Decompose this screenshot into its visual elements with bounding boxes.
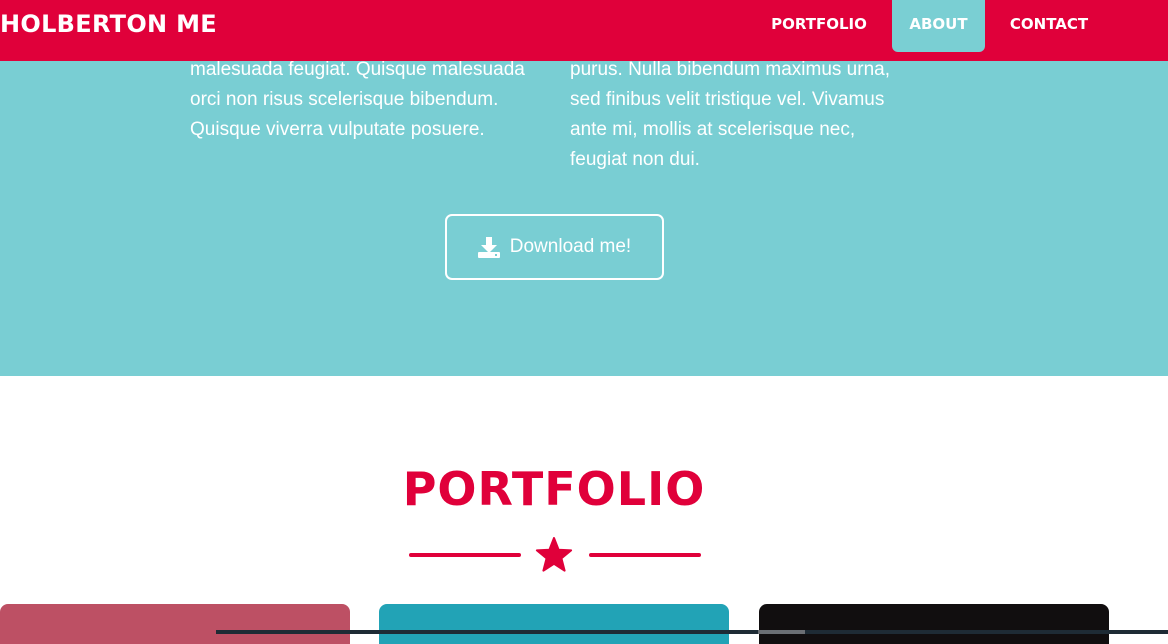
download-button[interactable]: Download me! <box>445 214 664 280</box>
about-text-line: sed finibus velit tristique vel. Vivamus <box>570 89 885 110</box>
about-text-line: Quisque viverra vulputate posuere. <box>190 119 485 140</box>
portfolio-card[interactable] <box>0 604 350 644</box>
nav-item-about[interactable]: ABOUT <box>892 0 985 52</box>
about-text-right: purus. Nulla bibendum maximus urna, sed … <box>570 55 915 175</box>
divider-left-line <box>409 553 521 557</box>
about-text-line: ante mi, mollis at scelerisque nec, <box>570 119 856 140</box>
nav-item-contact[interactable]: CONTACT <box>994 0 1104 52</box>
download-button-label: Download me! <box>509 236 632 257</box>
horizontal-scrollbar[interactable] <box>216 630 1168 634</box>
brand-logo[interactable]: HOLBERTON ME <box>0 10 217 38</box>
portfolio-title: PORTFOLIO <box>402 462 706 516</box>
portfolio-card[interactable] <box>759 604 1109 644</box>
nav-item-portfolio[interactable]: PORTFOLIO <box>754 0 884 52</box>
about-text-line: orci non risus scelerisque bibendum. <box>190 89 499 110</box>
scrollbar-thumb[interactable] <box>758 630 805 634</box>
divider-right-line <box>589 553 701 557</box>
about-text-line: feugiat non dui. <box>570 149 700 170</box>
portfolio-card[interactable] <box>379 604 729 644</box>
about-text-left: malesuada feugiat. Quisque malesuada orc… <box>190 55 550 145</box>
star-icon <box>535 537 573 572</box>
navbar: HOLBERTON ME PORTFOLIO ABOUT CONTACT <box>0 0 1168 61</box>
download-icon <box>477 236 500 258</box>
